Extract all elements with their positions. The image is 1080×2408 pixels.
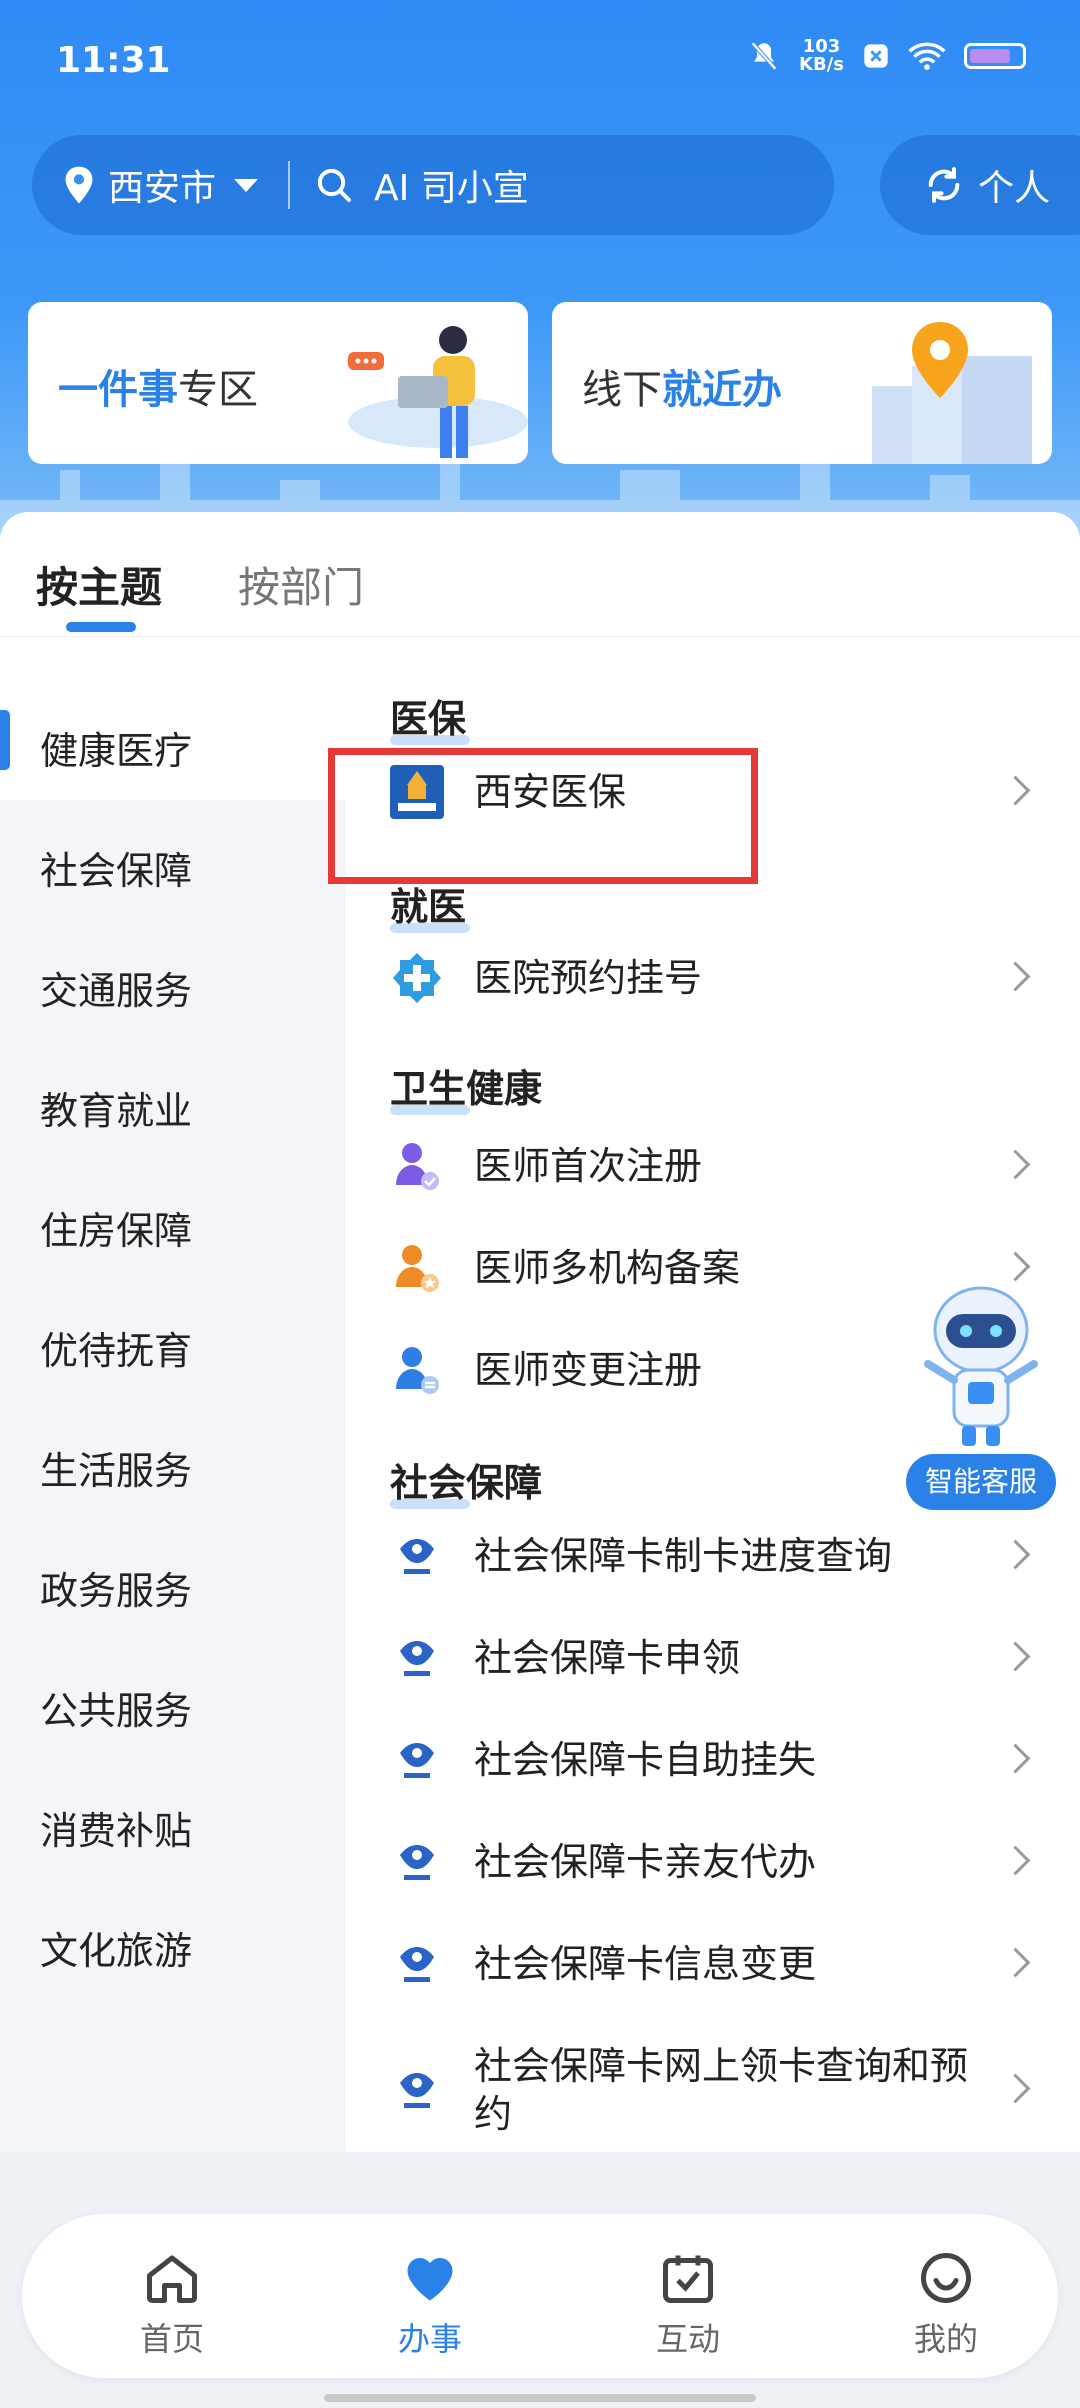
location-pin-icon [65, 166, 93, 204]
medical-cross-icon [393, 953, 441, 1003]
one-thing-zone-card[interactable]: 一件事专区 [28, 302, 528, 464]
social-security-logo-icon [400, 1743, 434, 1778]
section-title-social-security: 社会保障 [390, 1452, 542, 1509]
sidebar-item-life[interactable]: 生活服务 [0, 1400, 346, 1520]
smart-customer-service-button[interactable]: 智能客服 [906, 1454, 1056, 1510]
card-title: 一件事专区 [58, 367, 258, 413]
list-item-label: 社会保障卡自助挂失 [474, 1738, 817, 1782]
chevron-right-icon [1000, 2073, 1031, 2104]
list-item-label: 医师变更注册 [474, 1348, 703, 1392]
sidebar-item-subsidy[interactable]: 消费补贴 [0, 1760, 346, 1880]
sidebar-item-housing[interactable]: 住房保障 [0, 1160, 346, 1280]
personal-label: 个人 [978, 168, 1051, 209]
nav-label: 办事 [397, 2320, 462, 2358]
city-selector[interactable]: 西安市 [62, 159, 259, 211]
list-item-label: 社会保障卡信息变更 [474, 1942, 817, 1986]
chevron-right-icon [1000, 1947, 1031, 1978]
home-icon [147, 2255, 197, 2303]
home-indicator[interactable] [324, 2394, 756, 2402]
section-title-medical-insurance: 医保 [390, 688, 471, 745]
social-security-logo-icon [400, 1845, 434, 1880]
heart-icon [407, 2258, 453, 2301]
social-security-logo-icon [400, 1641, 434, 1676]
wifi-icon [908, 42, 946, 70]
status-time: 11:31 [56, 40, 171, 81]
switch-personal-button[interactable]: 个人 [880, 135, 1080, 235]
status-bar: 11:31 103 KB/s [0, 0, 1080, 120]
network-speed: 103 KB/s [799, 36, 844, 75]
nav-label: 我的 [913, 2320, 978, 2358]
map-location-illustration [872, 322, 1032, 464]
sidebar-item-education[interactable]: 教育就业 [0, 1040, 346, 1160]
social-security-logo-icon [400, 2073, 434, 2108]
social-security-logo-icon [400, 1947, 434, 1982]
smile-icon [921, 2253, 971, 2303]
chevron-right-icon [1000, 1641, 1031, 1672]
doctor-icon [396, 1245, 439, 1292]
nav-label: 互动 [655, 2320, 720, 2358]
tab-by-theme[interactable]: 按主题 [36, 554, 162, 615]
calendar-check-icon [663, 2255, 713, 2303]
category-tabs: 按主题 按部门 [0, 512, 1080, 637]
nav-home[interactable]: 首页 [112, 2248, 232, 2360]
list-item-label: 社会保障卡网上领卡查询和预约 [474, 2044, 969, 2136]
social-security-logo-icon [400, 1539, 434, 1574]
chevron-right-icon [1000, 1743, 1031, 1774]
status-icons: 103 KB/s [747, 38, 1026, 74]
nav-label: 首页 [139, 2320, 204, 2358]
tab-by-department[interactable]: 按部门 [238, 554, 364, 615]
list-item-doctor-first-registration[interactable]: 医师首次注册 [390, 1132, 1031, 1200]
search-bar[interactable]: 西安市 AI 司小宣 [32, 135, 834, 235]
list-item-card-info-change[interactable]: 社会保障卡信息变更 [390, 1930, 1031, 1998]
sidebar-item-social-security[interactable]: 社会保障 [0, 800, 346, 920]
list-item-card-application[interactable]: 社会保障卡申领 [390, 1624, 1031, 1692]
sidebar-item-health[interactable]: 健康医疗 [0, 680, 346, 800]
close-box-icon [864, 44, 888, 68]
list-item-hospital-appointment[interactable]: 医院预约挂号 [390, 944, 1031, 1012]
doctor-icon [396, 1143, 439, 1190]
bell-muted-icon [751, 41, 777, 71]
chevron-right-icon [1000, 1845, 1031, 1876]
chevron-right-icon [1000, 775, 1031, 806]
doctor-icon [396, 1347, 439, 1394]
offline-nearby-card[interactable]: 线下就近办 [552, 302, 1052, 464]
chevron-down-icon [234, 178, 259, 192]
list-item-card-progress-query[interactable]: 社会保障卡制卡进度查询 [390, 1522, 1031, 1590]
search-icon [317, 168, 352, 202]
divider [288, 161, 291, 209]
chevron-right-icon [1000, 1149, 1031, 1180]
person-laptop-illustration [348, 326, 528, 458]
list-item-label: 社会保障卡亲友代办 [474, 1840, 817, 1884]
bottom-navigation: 首页 办事 互动 我的 [22, 2214, 1058, 2378]
list-item-label: 医院预约挂号 [474, 956, 703, 1000]
list-item-card-proxy-handling[interactable]: 社会保障卡亲友代办 [390, 1828, 1031, 1896]
sidebar-item-public[interactable]: 公共服务 [0, 1640, 346, 1760]
list-item-card-self-report-loss[interactable]: 社会保障卡自助挂失 [390, 1726, 1031, 1794]
theme-sidebar: 健康医疗 社会保障 交通服务 教育就业 住房保障 优待抚育 生活服务 政务服务 … [0, 680, 346, 2152]
robot-assistant-icon[interactable] [906, 1270, 1056, 1450]
list-item-label: 医师多机构备案 [474, 1246, 741, 1290]
list-item-label: 社会保障卡申领 [474, 1636, 741, 1680]
chevron-right-icon [1000, 961, 1031, 992]
battery-icon [964, 43, 1026, 69]
active-tab-indicator [66, 622, 136, 632]
sidebar-item-culture-travel[interactable]: 文化旅游 [0, 1880, 346, 2000]
card-title: 线下就近办 [582, 367, 782, 413]
section-title-medical-visit: 就医 [390, 876, 471, 933]
refresh-icon [928, 167, 960, 203]
nav-interaction[interactable]: 互动 [628, 2248, 748, 2360]
section-title-health: 卫生健康 [390, 1058, 542, 1115]
list-item-label: 医师首次注册 [474, 1144, 703, 1188]
search-input[interactable]: AI 司小宣 [374, 159, 529, 211]
sidebar-item-government[interactable]: 政务服务 [0, 1520, 346, 1640]
chevron-right-icon [1000, 1539, 1031, 1570]
sidebar-item-care[interactable]: 优待抚育 [0, 1280, 346, 1400]
list-item-card-online-pickup[interactable]: 社会保障卡网上领卡查询和预约 [390, 2040, 1031, 2140]
sidebar-item-transport[interactable]: 交通服务 [0, 920, 346, 1040]
highlight-box [328, 748, 758, 884]
nav-services[interactable]: 办事 [370, 2248, 490, 2360]
nav-mine[interactable]: 我的 [886, 2248, 1006, 2360]
city-name: 西安市 [108, 168, 217, 209]
list-item-label: 社会保障卡制卡进度查询 [474, 1534, 893, 1578]
